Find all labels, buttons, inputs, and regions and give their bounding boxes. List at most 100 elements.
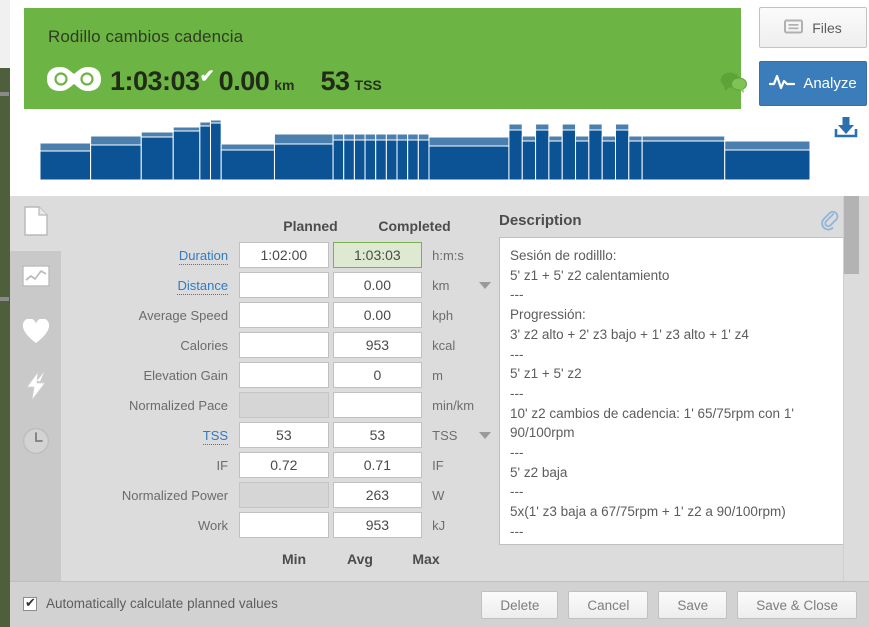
metric-row-label[interactable]: TSS (61, 427, 239, 445)
metric-unit-label: kJ (432, 517, 446, 533)
metric-row: Normalized Power 263 W (61, 480, 491, 510)
metric-unit-label: kcal (432, 337, 456, 353)
planned-input (239, 482, 329, 508)
workout-bar-chart (24, 118, 814, 180)
speech-bubble-icon[interactable] (718, 70, 748, 94)
distance-unit: km (274, 77, 295, 93)
metric-row-label: Normalized Power (121, 487, 229, 503)
metric-row: TSS 53 53 TSS (61, 420, 492, 450)
cancel-button[interactable]: Cancel (568, 591, 649, 619)
metric-row: IF 0.72 0.71 IF (61, 450, 491, 480)
avg-label: Avg (347, 551, 373, 567)
workout-header-panel: Rodillo cambios cadencia 1:03:03 ✔ 0.00 … (10, 0, 869, 196)
files-button[interactable]: Files (759, 7, 867, 48)
metric-row-label: Elevation Gain (143, 367, 229, 383)
metric-unit-label: h:m:s (432, 247, 464, 263)
metric-row-label: Work (197, 517, 229, 533)
completed-input[interactable]: 953 (332, 332, 423, 358)
autocalc-checkbox[interactable] (23, 595, 37, 611)
analyze-button-label: Analyze (803, 75, 857, 92)
chevron-down-icon[interactable] (479, 431, 492, 439)
planned-input (239, 392, 329, 418)
completed-input[interactable]: 263 (332, 482, 423, 508)
planned-input[interactable]: 53 (239, 422, 329, 448)
planned-input[interactable] (239, 302, 329, 328)
metric-row: Normalized Pace min/km (61, 390, 491, 420)
min-label: Min (281, 551, 307, 567)
chart-icon (21, 265, 50, 292)
planned-input[interactable] (239, 512, 329, 538)
autocalc-checkbox-row[interactable]: Automatically calculate planned values (23, 595, 278, 611)
page-title: Rodillo cambios cadencia (48, 27, 244, 46)
duration-value: 1:03:03 (110, 66, 200, 96)
metrics-row-list: Duration 1:02:00 1:03:03 h:m:s Distance 0.00 k… (61, 240, 492, 540)
column-header-planned: Planned (283, 218, 338, 234)
tss-unit: TSS (354, 77, 382, 93)
metric-row: Duration 1:02:00 1:03:03 h:m:s (61, 240, 491, 270)
workout-summary-bar: Rodillo cambios cadencia 1:03:03 ✔ 0.00 … (24, 8, 747, 109)
autocalc-label: Automatically calculate planned values (46, 596, 278, 611)
modal-scrollbar-thumb[interactable] (844, 196, 859, 274)
analyze-button[interactable]: Analyze (759, 61, 867, 106)
column-header-completed: Completed (378, 218, 451, 234)
metric-unit-label: km (432, 277, 450, 293)
completed-input[interactable]: 0.00 (332, 302, 423, 328)
planned-input[interactable] (239, 362, 329, 388)
footer-bar: Automatically calculate planned values D… (10, 581, 869, 627)
document-icon (23, 206, 49, 241)
bolt-icon (24, 370, 48, 406)
app-root: Rodillo cambios cadencia 1:03:03 ✔ 0.00 … (0, 0, 869, 627)
metric-row-label[interactable]: Duration (61, 247, 239, 265)
planned-input[interactable] (239, 272, 329, 298)
completed-input[interactable]: 1:03:03 (332, 242, 423, 268)
sidebar-item-heartrate[interactable] (10, 306, 61, 361)
bike-chainring-icon (46, 64, 102, 94)
metric-row: Average Speed 0.00 kph (61, 300, 491, 330)
metric-unit-label: W (432, 487, 445, 503)
waveform-icon (769, 73, 796, 94)
metric-row: Calories 953 kcal (61, 330, 491, 360)
footer-button-group: Delete Cancel Save Save & Close (481, 591, 857, 619)
metric-unit-label: m (432, 367, 443, 383)
duration-complete-check-icon: ✔ (199, 66, 215, 86)
planned-input[interactable]: 0.72 (239, 452, 329, 478)
max-label: Max (412, 551, 440, 567)
clock-icon (22, 427, 50, 460)
completed-input[interactable]: 0.71 (332, 452, 423, 478)
metric-row-label: IF (216, 457, 229, 473)
metrics-form: Planned Completed Duration 1:02:00 1:03:03… (61, 196, 492, 581)
completed-input[interactable]: 53 (332, 422, 423, 448)
description-textarea[interactable]: Sesión de rodilllo: 5' z1 + 5' z2 calent… (499, 237, 844, 545)
background-marker-1 (0, 92, 9, 96)
completed-input[interactable]: 953 (332, 512, 423, 538)
delete-button[interactable]: Delete (481, 591, 559, 619)
sidebar-item-graph[interactable] (10, 251, 61, 306)
sidebar-item-power[interactable] (10, 361, 61, 416)
planned-input[interactable]: 1:02:00 (239, 242, 329, 268)
metric-row: Work 953 kJ (61, 510, 491, 540)
chevron-down-icon[interactable] (479, 281, 492, 289)
metric-row-label: Average Speed (138, 307, 229, 323)
completed-input[interactable]: 0 (332, 362, 423, 388)
metric-row-label[interactable]: Distance (61, 277, 239, 295)
description-title: Description (499, 212, 582, 229)
planned-input[interactable] (239, 332, 329, 358)
summary-metrics: 1:03:03 ✔ 0.00 km 53 TSS (46, 60, 382, 97)
metric-unit-label: IF (432, 457, 444, 473)
completed-input[interactable]: 0.00 (332, 272, 423, 298)
background-marker-2 (0, 297, 9, 301)
files-button-label: Files (812, 19, 842, 36)
save-button[interactable]: Save (658, 591, 728, 619)
metric-unit-label: kph (432, 307, 454, 323)
completed-input[interactable] (332, 392, 423, 418)
metric-row: Elevation Gain 0 m (61, 360, 491, 390)
workout-detail-body: Planned Completed Duration 1:02:00 1:03:03… (10, 196, 869, 627)
sidebar-item-summary[interactable] (10, 196, 61, 251)
bar-chart-svg (40, 119, 810, 180)
save-and-close-button[interactable]: Save & Close (737, 591, 857, 619)
metric-unit-label: TSS (432, 427, 458, 443)
page-background-strip-top (0, 0, 10, 68)
sidebar-item-time[interactable] (10, 416, 61, 471)
download-icon[interactable] (834, 116, 858, 138)
paperclip-icon[interactable] (820, 210, 840, 232)
